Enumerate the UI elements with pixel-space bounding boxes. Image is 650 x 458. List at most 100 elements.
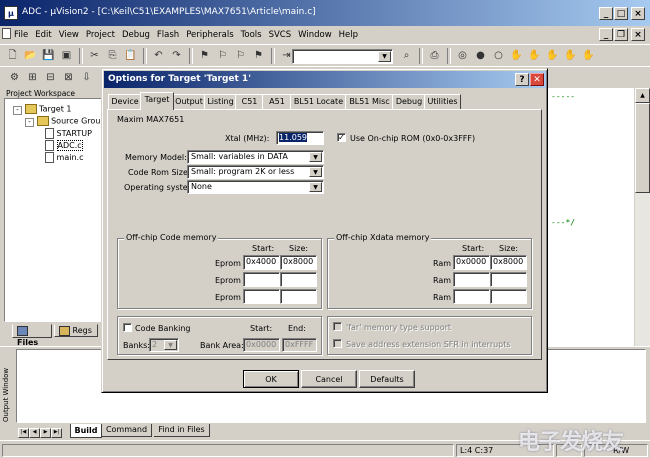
os-select[interactable]: None ▼ bbox=[187, 180, 324, 194]
help-button[interactable]: ? bbox=[515, 73, 529, 86]
menu-flash[interactable]: Flash bbox=[157, 30, 179, 40]
ram-size-input[interactable] bbox=[490, 272, 527, 287]
run-to-icon[interactable]: ✋ bbox=[580, 47, 597, 64]
disable-breakpoints-icon[interactable]: ✋ bbox=[526, 47, 543, 64]
chevron-down-icon[interactable]: ▼ bbox=[309, 182, 322, 192]
eprom-start-input[interactable]: 0x4000 bbox=[243, 255, 280, 270]
close-button[interactable]: × bbox=[631, 7, 645, 20]
eprom-size-input[interactable] bbox=[280, 272, 317, 287]
undo-icon[interactable]: ↶ bbox=[150, 47, 167, 64]
bookmark-toggle-icon[interactable]: ⚑ bbox=[196, 47, 213, 64]
chevron-down-icon[interactable]: ▼ bbox=[309, 167, 322, 177]
mdi-minimize-button[interactable]: _ bbox=[599, 28, 613, 41]
mdi-close-button[interactable]: × bbox=[631, 28, 645, 41]
paste-icon[interactable]: 📋 bbox=[122, 47, 139, 64]
rebuild-icon[interactable]: ⊟ bbox=[42, 69, 59, 86]
find-combo[interactable]: ▼ bbox=[292, 49, 393, 64]
tab-prev-icon[interactable]: ◀ bbox=[29, 428, 40, 438]
tab-listing[interactable]: Listing bbox=[204, 94, 237, 109]
defaults-button[interactable]: Defaults bbox=[359, 370, 415, 388]
kill-breakpoints-icon[interactable]: ○ bbox=[490, 47, 507, 64]
tab-next-icon[interactable]: ▶ bbox=[40, 428, 51, 438]
tab-last-icon[interactable]: ▶| bbox=[51, 428, 62, 438]
code-banking-checkbox[interactable] bbox=[123, 323, 132, 332]
print-icon[interactable]: ⎙ bbox=[426, 47, 443, 64]
menu-tools[interactable]: Tools bbox=[241, 30, 262, 40]
minimize-button[interactable]: _ bbox=[599, 7, 613, 20]
eprom-size-input[interactable]: 0x8000 bbox=[280, 255, 317, 270]
build-icon[interactable]: ⊞ bbox=[24, 69, 41, 86]
bank-end-input[interactable]: 0xFFFF bbox=[282, 338, 317, 352]
enable-breakpoint-icon[interactable]: ✋ bbox=[508, 47, 525, 64]
ok-button[interactable]: OK bbox=[243, 370, 299, 388]
menu-window[interactable]: Window bbox=[298, 30, 332, 40]
tab-bl51-locate[interactable]: BL51 Locate bbox=[290, 94, 347, 109]
output-tab-command[interactable]: Command bbox=[102, 424, 152, 437]
stop-build-icon[interactable]: ⊠ bbox=[60, 69, 77, 86]
tab-first-icon[interactable]: |◀ bbox=[18, 428, 29, 438]
open-folder-icon[interactable]: 📂 bbox=[22, 47, 39, 64]
tab-c51[interactable]: C51 bbox=[235, 94, 264, 109]
save-all-icon[interactable]: ▣ bbox=[58, 47, 75, 64]
tree-group[interactable]: - Source Group bbox=[25, 116, 105, 127]
bookmark-next-icon[interactable]: ⚐ bbox=[214, 47, 231, 64]
menu-svcs[interactable]: SVCS bbox=[269, 30, 292, 40]
tab-output[interactable]: Output bbox=[172, 94, 206, 109]
eprom-start-input[interactable] bbox=[243, 289, 280, 304]
menu-view[interactable]: View bbox=[59, 30, 79, 40]
menu-peripherals[interactable]: Peripherals bbox=[186, 30, 233, 40]
compile-icon[interactable]: ⚙ bbox=[6, 69, 23, 86]
expand-icon[interactable]: - bbox=[13, 105, 22, 115]
chevron-down-icon[interactable]: ▼ bbox=[309, 152, 322, 162]
debug-start-icon[interactable]: ◎ bbox=[454, 47, 471, 64]
binoculars-icon[interactable]: ⌕ bbox=[398, 47, 415, 64]
insert-breakpoint-icon[interactable]: ● bbox=[472, 47, 489, 64]
tab-regs[interactable]: Regs bbox=[54, 324, 98, 337]
menu-edit[interactable]: Edit bbox=[35, 30, 51, 40]
cut-icon[interactable]: ✂ bbox=[86, 47, 103, 64]
save-sfr-checkbox[interactable] bbox=[333, 339, 342, 348]
bookmark-clear-icon[interactable]: ⚑ bbox=[250, 47, 267, 64]
ram-start-input[interactable]: 0x0000 bbox=[453, 255, 490, 270]
tree-target[interactable]: - Target 1 bbox=[13, 104, 71, 115]
menu-help[interactable]: Help bbox=[339, 30, 358, 40]
bank-start-input[interactable]: 0x0000 bbox=[243, 338, 280, 352]
maximize-button[interactable]: □ bbox=[614, 7, 628, 20]
ram-size-input[interactable] bbox=[490, 289, 527, 304]
editor-vscrollbar[interactable]: ▲ bbox=[634, 88, 650, 346]
chevron-down-icon[interactable]: ▼ bbox=[378, 51, 391, 62]
mdi-restore-button[interactable]: ❐ bbox=[614, 28, 628, 41]
dialog-close-button[interactable]: ✕ bbox=[530, 73, 544, 86]
output-tab-find[interactable]: Find in Files bbox=[154, 424, 210, 437]
memory-model-select[interactable]: Small: variables in DATA ▼ bbox=[187, 150, 324, 164]
xtal-input[interactable]: 11.059 bbox=[276, 131, 324, 145]
tab-bl51-misc[interactable]: BL51 Misc bbox=[345, 94, 394, 109]
menu-debug[interactable]: Debug bbox=[122, 30, 150, 40]
doc-icon[interactable] bbox=[2, 28, 11, 39]
eprom-size-input[interactable] bbox=[280, 289, 317, 304]
tree-file[interactable]: STARTUP bbox=[45, 128, 92, 139]
menu-file[interactable]: File bbox=[14, 30, 28, 40]
tab-device[interactable]: Device bbox=[108, 94, 142, 109]
tab-debug[interactable]: Debug bbox=[392, 94, 426, 109]
redo-icon[interactable]: ↷ bbox=[168, 47, 185, 64]
banks-select[interactable]: 2 ▼ bbox=[149, 338, 179, 352]
onchip-rom-checkbox[interactable]: ✓ bbox=[337, 133, 346, 142]
bookmark-prev-icon[interactable]: ⚐ bbox=[232, 47, 249, 64]
scroll-up-button[interactable]: ▲ bbox=[635, 88, 650, 103]
far-memory-checkbox[interactable] bbox=[333, 322, 342, 331]
tab-target[interactable]: Target bbox=[140, 92, 174, 110]
tab-utilities[interactable]: Utilities bbox=[424, 94, 461, 109]
tab-a51[interactable]: A51 bbox=[262, 94, 292, 109]
new-file-icon[interactable]: 🗋 bbox=[4, 48, 21, 65]
chevron-down-icon[interactable]: ▼ bbox=[164, 340, 177, 350]
tree-file[interactable]: main.c bbox=[45, 152, 83, 163]
save-icon[interactable]: 💾 bbox=[40, 47, 57, 64]
output-tab-build[interactable]: Build bbox=[70, 424, 102, 438]
tree-file[interactable]: ADC.c bbox=[45, 140, 83, 151]
ram-start-input[interactable] bbox=[453, 289, 490, 304]
scroll-thumb[interactable] bbox=[635, 103, 650, 193]
ram-size-input[interactable]: 0x8000 bbox=[490, 255, 527, 270]
tab-files[interactable]: Files bbox=[12, 324, 52, 347]
cancel-button[interactable]: Cancel bbox=[301, 370, 357, 388]
